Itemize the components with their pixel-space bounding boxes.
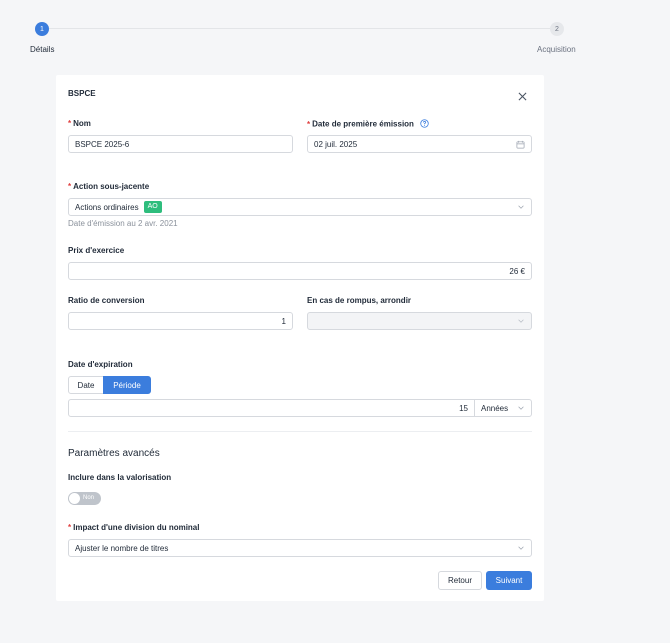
expiration-tab-date[interactable]: Date	[68, 376, 104, 394]
step-2-indicator[interactable]: 2	[550, 22, 564, 36]
card-title: BSPCE	[68, 89, 96, 98]
underlying-share-hint: Date d'émission au 2 avr. 2021	[68, 219, 178, 228]
issue-date-input[interactable]: 02 juil. 2025	[307, 135, 532, 153]
expiration-unit-select[interactable]: Années	[474, 399, 532, 417]
conversion-ratio-input[interactable]: 1	[68, 312, 293, 330]
stepper-line	[48, 28, 550, 29]
close-icon	[518, 92, 526, 100]
name-label: * Nom	[68, 119, 91, 128]
chevron-down-icon	[517, 203, 525, 213]
chevron-down-icon	[517, 544, 525, 554]
rounding-label: En cas de rompus, arrondir	[307, 296, 412, 305]
expiration-period-input[interactable]: 15	[68, 399, 475, 417]
underlying-share-select[interactable]: Actions ordinaires AO	[68, 198, 532, 216]
underlying-share-label: * Action sous-jacente	[68, 182, 150, 191]
share-class-badge: AO	[143, 201, 162, 213]
issue-date-label: * Date de première émission	[307, 119, 429, 130]
chevron-down-icon	[517, 404, 525, 414]
next-button[interactable]: Suivant	[486, 571, 532, 590]
conversion-ratio-label: Ratio de conversion	[68, 296, 145, 305]
exercise-price-label: Prix d'exercice	[68, 246, 125, 255]
required-marker: *	[307, 119, 311, 129]
close-button[interactable]	[516, 90, 528, 102]
back-button[interactable]: Retour	[438, 571, 482, 590]
step-1-label[interactable]: Détails	[30, 45, 54, 54]
step-1-indicator[interactable]: 1	[35, 22, 49, 36]
calendar-icon[interactable]	[516, 140, 525, 151]
help-circle-icon[interactable]	[420, 119, 429, 130]
rounding-select[interactable]	[307, 312, 532, 330]
stepper: 1 Détails 2 Acquisition	[0, 0, 670, 70]
split-impact-label: * Impact d'une division du nominal	[68, 523, 200, 532]
expiration-label: Date d'expiration	[68, 360, 133, 369]
toggle-state-text: Non	[83, 495, 95, 501]
split-impact-select[interactable]: Ajuster le nombre de titres	[68, 539, 532, 557]
bspce-form-card: BSPCE * Nom BSPCE 2025-6 * Date de premièr…	[56, 75, 544, 601]
chevron-down-icon	[517, 317, 525, 327]
toggle-knob	[69, 493, 80, 504]
step-2-label[interactable]: Acquisition	[537, 45, 576, 54]
include-valuation-toggle[interactable]: Non	[68, 492, 101, 505]
required-marker: *	[68, 182, 72, 191]
name-input[interactable]: BSPCE 2025-6	[68, 135, 293, 153]
exercise-price-input[interactable]: 26 €	[68, 262, 532, 280]
advanced-settings-title: Paramètres avancés	[68, 448, 160, 459]
required-marker: *	[68, 119, 72, 128]
include-valuation-label: Inclure dans la valorisation	[68, 473, 172, 482]
section-divider	[68, 431, 532, 432]
expiration-tab-period[interactable]: Période	[103, 376, 151, 394]
required-marker: *	[68, 523, 72, 532]
